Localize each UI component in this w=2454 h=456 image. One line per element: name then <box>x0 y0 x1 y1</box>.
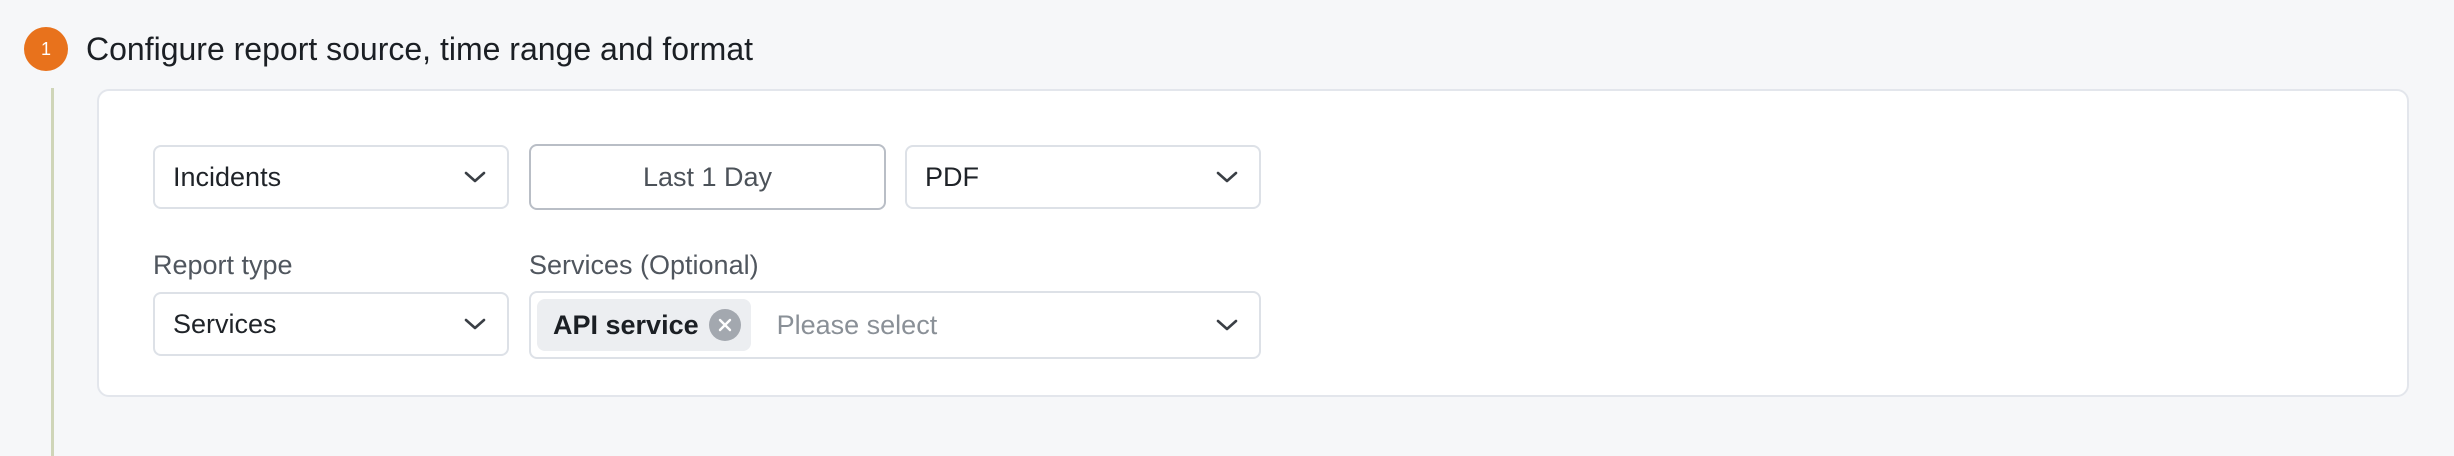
step-number-badge: 1 <box>24 27 68 71</box>
step-connector-line <box>51 88 54 456</box>
report-type-select[interactable]: Services <box>153 292 509 356</box>
report-type-label: Report type <box>153 250 293 280</box>
source-select[interactable]: Incidents <box>153 145 509 209</box>
chevron-down-icon <box>461 163 489 191</box>
services-placeholder: Please select <box>776 309 938 340</box>
close-circle-icon[interactable] <box>708 309 741 341</box>
selected-service-tag-label: API service <box>553 309 699 340</box>
format-select[interactable]: PDF <box>905 145 1261 209</box>
report-type-select-value: Services <box>173 308 277 339</box>
chevron-down-icon <box>1213 311 1241 339</box>
services-multiselect[interactable]: API service Please select <box>529 291 1261 359</box>
source-select-value: Incidents <box>173 161 282 192</box>
report-config-card: Incidents Last 1 Day PDF Report type Ser… <box>97 89 2409 397</box>
time-range-button[interactable]: Last 1 Day <box>529 144 886 210</box>
services-label: Services (Optional) <box>529 250 759 280</box>
chevron-down-icon <box>1213 163 1241 191</box>
format-select-value: PDF <box>925 161 979 192</box>
chevron-down-icon <box>461 310 489 338</box>
step-title: Configure report source, time range and … <box>86 31 753 67</box>
selected-service-tag: API service <box>537 299 751 351</box>
step-number: 1 <box>40 38 51 59</box>
